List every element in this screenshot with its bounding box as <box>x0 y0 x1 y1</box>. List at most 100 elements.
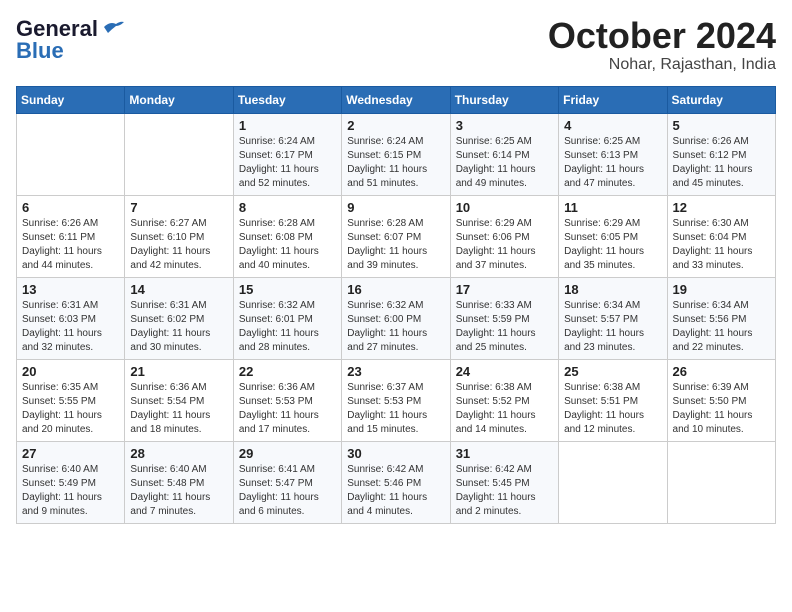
calendar-cell <box>17 113 125 195</box>
header-wednesday: Wednesday <box>342 86 450 113</box>
calendar-cell <box>125 113 233 195</box>
calendar-cell: 21Sunrise: 6:36 AM Sunset: 5:54 PM Dayli… <box>125 359 233 441</box>
day-number: 6 <box>22 200 119 215</box>
calendar-week-row: 6 Sunrise: 6:26 AM Sunset: 6:11 PM Daylig… <box>17 195 776 277</box>
day-info: Sunrise: 6:28 AM Sunset: 6:08 PM Dayligh… <box>239 217 336 273</box>
day-number: 16 <box>347 282 444 297</box>
day-number: 1 <box>239 118 336 133</box>
day-number: 24 <box>456 364 553 379</box>
day-info: Sunrise: 6:24 AM Sunset: 6:15 PM Dayligh… <box>347 135 444 191</box>
calendar-table: SundayMondayTuesdayWednesdayThursdayFrid… <box>16 86 776 524</box>
calendar-cell: 28 Sunrise: 6:40 AM Sunset: 5:48 PM Dayli… <box>125 441 233 523</box>
day-number: 28 <box>130 446 227 461</box>
day-number: 12 <box>673 200 770 215</box>
day-info: Sunrise: 6:38 AM Sunset: 5:52 PM Dayligh… <box>456 381 553 437</box>
calendar-cell: 3Sunrise: 6:25 AM Sunset: 6:14 PM Daylig… <box>450 113 558 195</box>
calendar-cell: 1 Sunrise: 6:24 AM Sunset: 6:17 PM Daylig… <box>233 113 341 195</box>
day-info: Sunrise: 6:30 AM Sunset: 6:04 PM Dayligh… <box>673 217 770 273</box>
calendar-cell: 14 Sunrise: 6:31 AM Sunset: 6:02 PM Dayli… <box>125 277 233 359</box>
calendar-cell: 4 Sunrise: 6:25 AM Sunset: 6:13 PM Daylig… <box>559 113 667 195</box>
calendar-cell: 24 Sunrise: 6:38 AM Sunset: 5:52 PM Dayli… <box>450 359 558 441</box>
day-info: Sunrise: 6:32 AM Sunset: 6:01 PM Dayligh… <box>239 299 336 355</box>
calendar-cell: 25 Sunrise: 6:38 AM Sunset: 5:51 PM Dayli… <box>559 359 667 441</box>
day-number: 18 <box>564 282 661 297</box>
calendar-cell: 12 Sunrise: 6:30 AM Sunset: 6:04 PM Dayli… <box>667 195 775 277</box>
day-number: 17 <box>456 282 553 297</box>
calendar-week-row: 27 Sunrise: 6:40 AM Sunset: 5:49 PM Dayli… <box>17 441 776 523</box>
day-number: 8 <box>239 200 336 215</box>
day-info: Sunrise: 6:31 AM Sunset: 6:02 PM Dayligh… <box>130 299 227 355</box>
title-block: October 2024 Nohar, Rajasthan, India <box>548 16 776 74</box>
day-info: Sunrise: 6:39 AM Sunset: 5:50 PM Dayligh… <box>673 381 770 437</box>
calendar-cell: 27 Sunrise: 6:40 AM Sunset: 5:49 PM Dayli… <box>17 441 125 523</box>
day-number: 19 <box>673 282 770 297</box>
calendar-cell <box>559 441 667 523</box>
calendar-cell: 26Sunrise: 6:39 AM Sunset: 5:50 PM Dayli… <box>667 359 775 441</box>
calendar-cell: 17 Sunrise: 6:33 AM Sunset: 5:59 PM Dayli… <box>450 277 558 359</box>
day-info: Sunrise: 6:34 AM Sunset: 5:56 PM Dayligh… <box>673 299 770 355</box>
day-number: 11 <box>564 200 661 215</box>
calendar-week-row: 13Sunrise: 6:31 AM Sunset: 6:03 PM Dayli… <box>17 277 776 359</box>
calendar-cell: 18 Sunrise: 6:34 AM Sunset: 5:57 PM Dayli… <box>559 277 667 359</box>
day-info: Sunrise: 6:40 AM Sunset: 5:48 PM Dayligh… <box>130 463 227 519</box>
calendar-cell: 10Sunrise: 6:29 AM Sunset: 6:06 PM Dayli… <box>450 195 558 277</box>
day-number: 15 <box>239 282 336 297</box>
day-number: 23 <box>347 364 444 379</box>
header-tuesday: Tuesday <box>233 86 341 113</box>
day-number: 29 <box>239 446 336 461</box>
header-thursday: Thursday <box>450 86 558 113</box>
day-number: 14 <box>130 282 227 297</box>
calendar-week-row: 1 Sunrise: 6:24 AM Sunset: 6:17 PM Daylig… <box>17 113 776 195</box>
calendar-cell: 29 Sunrise: 6:41 AM Sunset: 5:47 PM Dayli… <box>233 441 341 523</box>
day-info: Sunrise: 6:25 AM Sunset: 6:14 PM Dayligh… <box>456 135 553 191</box>
day-number: 20 <box>22 364 119 379</box>
day-info: Sunrise: 6:42 AM Sunset: 5:45 PM Dayligh… <box>456 463 553 519</box>
header-sunday: Sunday <box>17 86 125 113</box>
month-title: October 2024 <box>548 16 776 56</box>
logo-bird-icon <box>102 19 124 37</box>
calendar-cell: 5 Sunrise: 6:26 AM Sunset: 6:12 PM Daylig… <box>667 113 775 195</box>
header-friday: Friday <box>559 86 667 113</box>
calendar-cell: 6 Sunrise: 6:26 AM Sunset: 6:11 PM Daylig… <box>17 195 125 277</box>
day-number: 2 <box>347 118 444 133</box>
day-info: Sunrise: 6:33 AM Sunset: 5:59 PM Dayligh… <box>456 299 553 355</box>
calendar-cell: 30Sunrise: 6:42 AM Sunset: 5:46 PM Dayli… <box>342 441 450 523</box>
page-header: General Blue October 2024 Nohar, Rajasth… <box>16 16 776 74</box>
day-info: Sunrise: 6:31 AM Sunset: 6:03 PM Dayligh… <box>22 299 119 355</box>
day-info: Sunrise: 6:29 AM Sunset: 6:06 PM Dayligh… <box>456 217 553 273</box>
calendar-cell: 7 Sunrise: 6:27 AM Sunset: 6:10 PM Daylig… <box>125 195 233 277</box>
calendar-cell: 19 Sunrise: 6:34 AM Sunset: 5:56 PM Dayli… <box>667 277 775 359</box>
header-monday: Monday <box>125 86 233 113</box>
calendar-cell: 8 Sunrise: 6:28 AM Sunset: 6:08 PM Daylig… <box>233 195 341 277</box>
day-info: Sunrise: 6:40 AM Sunset: 5:49 PM Dayligh… <box>22 463 119 519</box>
day-number: 31 <box>456 446 553 461</box>
logo: General Blue <box>16 16 124 64</box>
day-number: 4 <box>564 118 661 133</box>
day-number: 5 <box>673 118 770 133</box>
calendar-cell: 20Sunrise: 6:35 AM Sunset: 5:55 PM Dayli… <box>17 359 125 441</box>
day-info: Sunrise: 6:29 AM Sunset: 6:05 PM Dayligh… <box>564 217 661 273</box>
calendar-cell: 31 Sunrise: 6:42 AM Sunset: 5:45 PM Dayli… <box>450 441 558 523</box>
day-info: Sunrise: 6:37 AM Sunset: 5:53 PM Dayligh… <box>347 381 444 437</box>
day-number: 30 <box>347 446 444 461</box>
calendar-cell: 9Sunrise: 6:28 AM Sunset: 6:07 PM Daylig… <box>342 195 450 277</box>
day-info: Sunrise: 6:26 AM Sunset: 6:12 PM Dayligh… <box>673 135 770 191</box>
day-info: Sunrise: 6:26 AM Sunset: 6:11 PM Dayligh… <box>22 217 119 273</box>
location-title: Nohar, Rajasthan, India <box>548 56 776 74</box>
day-info: Sunrise: 6:41 AM Sunset: 5:47 PM Dayligh… <box>239 463 336 519</box>
day-info: Sunrise: 6:25 AM Sunset: 6:13 PM Dayligh… <box>564 135 661 191</box>
day-info: Sunrise: 6:24 AM Sunset: 6:17 PM Dayligh… <box>239 135 336 191</box>
calendar-cell: 15 Sunrise: 6:32 AM Sunset: 6:01 PM Dayli… <box>233 277 341 359</box>
logo-blue: Blue <box>16 38 64 64</box>
day-info: Sunrise: 6:36 AM Sunset: 5:54 PM Dayligh… <box>130 381 227 437</box>
calendar-cell: 11 Sunrise: 6:29 AM Sunset: 6:05 PM Dayli… <box>559 195 667 277</box>
day-number: 7 <box>130 200 227 215</box>
calendar-header-row: SundayMondayTuesdayWednesdayThursdayFrid… <box>17 86 776 113</box>
day-info: Sunrise: 6:38 AM Sunset: 5:51 PM Dayligh… <box>564 381 661 437</box>
day-info: Sunrise: 6:32 AM Sunset: 6:00 PM Dayligh… <box>347 299 444 355</box>
day-number: 27 <box>22 446 119 461</box>
day-info: Sunrise: 6:27 AM Sunset: 6:10 PM Dayligh… <box>130 217 227 273</box>
calendar-cell: 13Sunrise: 6:31 AM Sunset: 6:03 PM Dayli… <box>17 277 125 359</box>
day-info: Sunrise: 6:34 AM Sunset: 5:57 PM Dayligh… <box>564 299 661 355</box>
day-number: 25 <box>564 364 661 379</box>
